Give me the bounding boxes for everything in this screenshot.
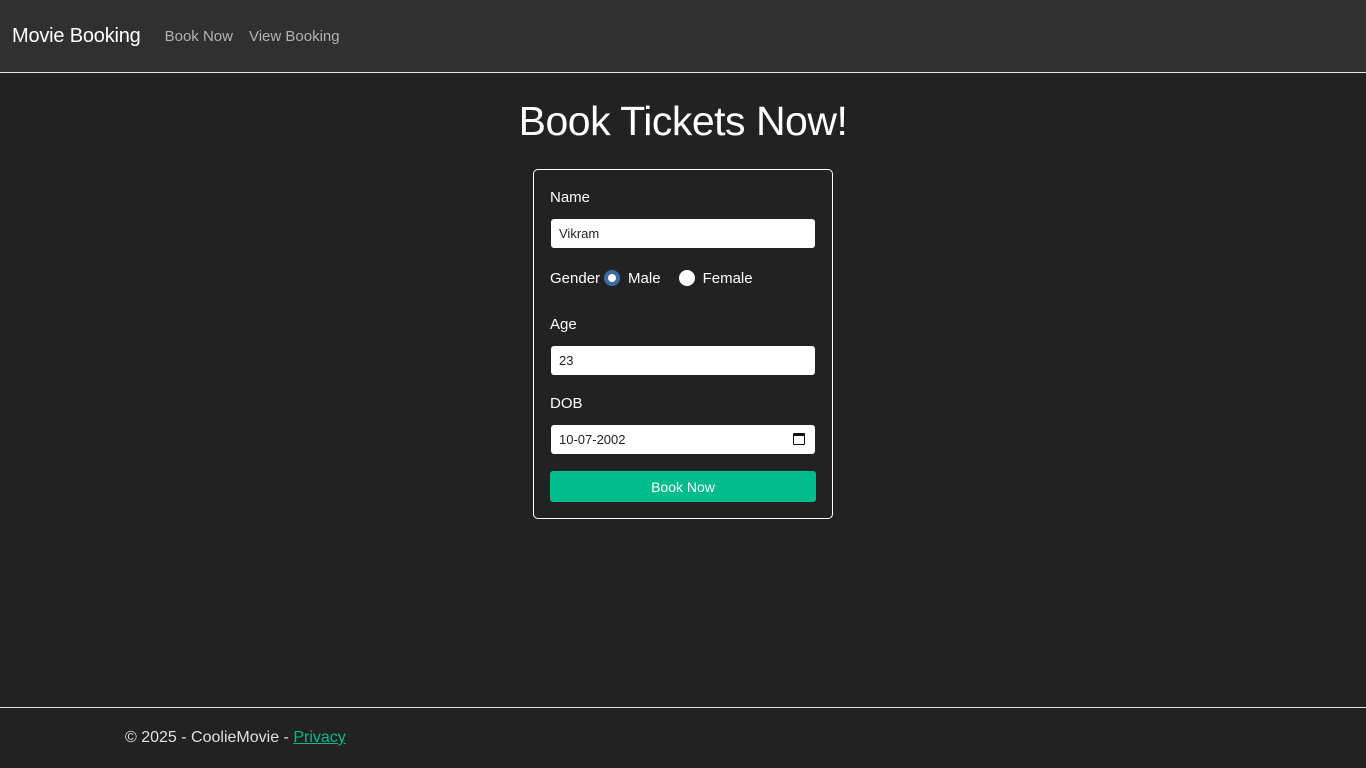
name-label: Name (550, 189, 591, 206)
privacy-link[interactable]: Privacy (293, 729, 345, 746)
book-now-button[interactable]: Book Now (550, 471, 816, 502)
gender-group: Gender Male Female (550, 268, 753, 288)
footer: © 2025 - CoolieMovie - Privacy (0, 707, 1366, 768)
nav-link-book-now[interactable]: Book Now (165, 28, 233, 45)
gender-female-radio[interactable] (678, 270, 695, 286)
dob-label: DOB (550, 395, 583, 412)
gender-male-radio[interactable] (604, 270, 621, 286)
brand-link[interactable]: Movie Booking (12, 25, 141, 48)
navbar: Movie Booking Book Now View Booking (0, 0, 1366, 73)
gender-female-label[interactable]: Female (703, 270, 753, 287)
nav-link-view-booking[interactable]: View Booking (249, 28, 340, 45)
age-input[interactable]: 23 (551, 346, 815, 375)
age-input-value: 23 (559, 353, 574, 368)
gender-label: Gender (550, 269, 601, 287)
footer-copyright: © 2025 - CoolieMovie - (125, 729, 294, 746)
dob-input[interactable]: 10-07-2002 (551, 425, 815, 454)
gender-male-label[interactable]: Male (628, 270, 661, 287)
dob-input-value: 10-07-2002 (559, 432, 626, 447)
page-title: Book Tickets Now! (518, 98, 848, 144)
name-input[interactable]: Vikram (551, 219, 815, 248)
footer-text: © 2025 - CoolieMovie - Privacy (125, 729, 346, 747)
name-input-value: Vikram (559, 226, 600, 241)
calendar-icon[interactable] (793, 433, 805, 445)
booking-form: Name Vikram Gender Male Female Age 23 DO… (533, 169, 833, 519)
age-label: Age (550, 316, 577, 333)
